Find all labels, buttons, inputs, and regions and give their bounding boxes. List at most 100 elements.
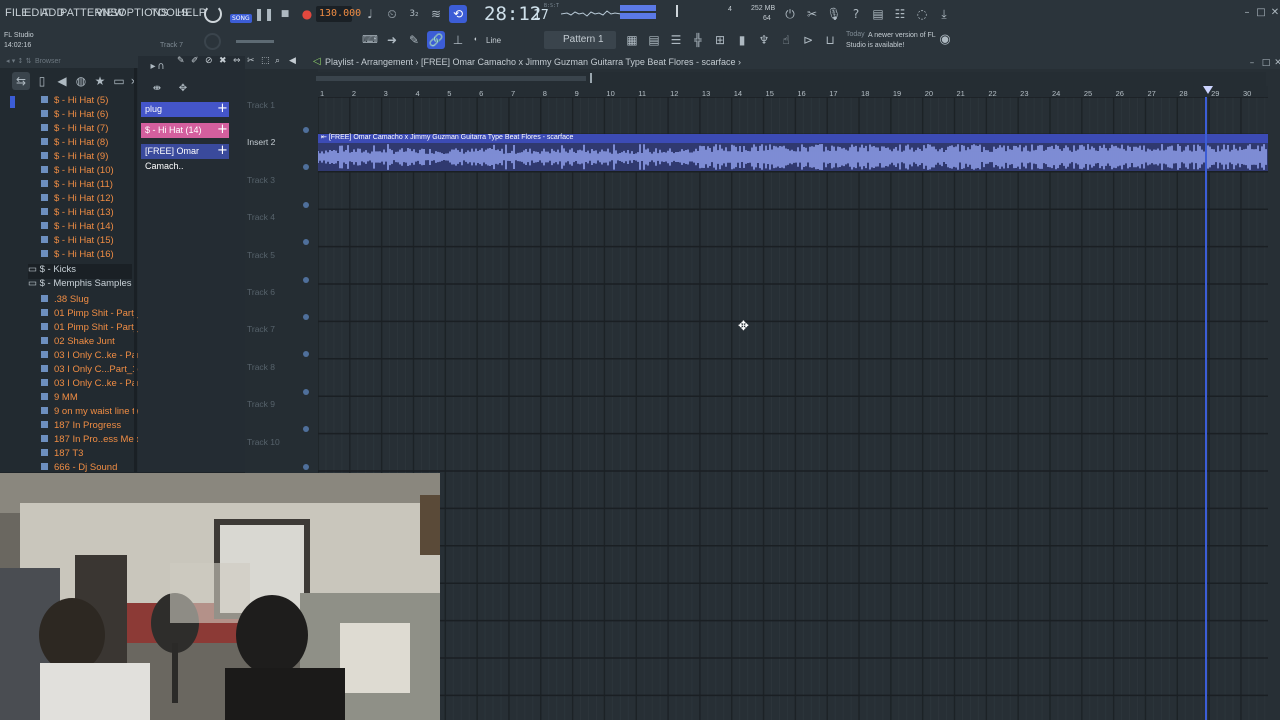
track-header[interactable]: Track 5	[245, 247, 313, 284]
stop-icon[interactable]: ■	[276, 5, 294, 23]
pitch-slider[interactable]	[676, 5, 678, 17]
pattern-selector[interactable]: Pattern 1	[563, 34, 604, 45]
sample-item[interactable]: 187 In Progress	[41, 420, 121, 434]
pause-icon[interactable]: ❚❚	[254, 5, 274, 23]
mixer-view-icon[interactable]: ╬	[689, 31, 707, 49]
browser-item[interactable]: $ - Hi Hat (15)	[41, 235, 114, 249]
blend-notes-icon[interactable]: ≋	[427, 5, 445, 23]
globe-small-icon[interactable]: ◍	[72, 72, 90, 90]
browser-item[interactable]: $ - Hi Hat (8)	[41, 137, 108, 151]
track-header[interactable]: Track 1	[245, 97, 313, 134]
track-header[interactable]: Insert 2	[245, 134, 313, 171]
picker-item-audio-clip[interactable]: [FREE] Omar Camach..	[141, 144, 229, 171]
select-tool-icon[interactable]: ⬚	[261, 56, 270, 66]
sample-item[interactable]: .38 Slug	[41, 294, 89, 308]
sample-item[interactable]: 187 T3	[41, 448, 83, 462]
track-enable-icon[interactable]	[303, 276, 309, 283]
track-enable-icon[interactable]	[303, 351, 309, 358]
browser-item[interactable]: $ - Hi Hat (10)	[41, 165, 114, 179]
slip-tool-icon[interactable]: ⇔	[233, 56, 241, 66]
plugin-icon[interactable]: ♆	[755, 31, 773, 49]
browser-item[interactable]: $ - Hi Hat (9)	[41, 151, 108, 165]
arrangement-grid[interactable]: ⇤ [FREE] Omar Camacho x Jimmy Guzman Gui…	[318, 97, 1268, 720]
browser-tree-icon[interactable]: ⊞	[711, 31, 729, 49]
track-enable-icon[interactable]	[303, 164, 309, 171]
track-enable-icon[interactable]	[303, 388, 309, 395]
magnet-small-icon[interactable]: ∩	[152, 58, 170, 76]
track-header[interactable]: Track 6	[245, 284, 313, 321]
menu-help[interactable]: HELP	[177, 7, 206, 19]
browser-item[interactable]: $ - Hi Hat (14)	[41, 221, 114, 235]
browser-item[interactable]: $ - Hi Hat (13)	[41, 207, 114, 221]
main-pitch-slider[interactable]	[236, 40, 274, 43]
scissors-icon[interactable]: ✂	[803, 5, 821, 23]
scroll-marker[interactable]	[10, 96, 15, 108]
keyboard-icon[interactable]: ⌨	[361, 31, 379, 49]
playlist-icon[interactable]: ▦	[623, 31, 641, 49]
horizontal-scrollbar[interactable]	[266, 72, 1266, 86]
play-pattern-icon[interactable]: ◁	[313, 56, 321, 67]
picker-item-hi-hat[interactable]: $ - Hi Hat (14)	[141, 123, 229, 138]
delete-tool-icon[interactable]: ⊘	[205, 56, 213, 66]
magnet-icon[interactable]: ◐	[474, 36, 478, 43]
slice-tool-icon[interactable]: ✂	[247, 56, 255, 66]
picker-move-icon[interactable]: ✥	[174, 80, 192, 98]
folder-kicks[interactable]: ▭ $ - Kicks	[28, 264, 132, 279]
add-icon[interactable]: +	[217, 101, 228, 116]
antenna-icon[interactable]: ⊳	[799, 31, 817, 49]
song-mode-toggle[interactable]: SONG	[230, 14, 252, 23]
master-volume-knob[interactable]	[204, 5, 222, 23]
update-notice[interactable]: A newer version of FL Studio is availabl…	[846, 31, 936, 51]
piano-roll-icon[interactable]: ▤	[645, 31, 663, 49]
browser-item[interactable]: $ - Hi Hat (6)	[41, 109, 108, 123]
track-header[interactable]: Track 9	[245, 396, 313, 433]
sample-item[interactable]: 01 Pimp Shit - Part_2	[41, 322, 144, 336]
speaker-tool-icon[interactable]: ◀	[289, 56, 296, 66]
clipboard-icon[interactable]: ▮	[733, 31, 751, 49]
master-pitch-knob[interactable]	[204, 33, 221, 50]
close-icon[interactable]: ✕	[1266, 4, 1280, 22]
save-icon[interactable]: ▤	[869, 5, 887, 23]
picker-item-plug[interactable]: plug	[141, 102, 229, 117]
playlist-close-icon[interactable]: ✕	[1269, 54, 1280, 72]
track-header[interactable]: Track 8	[245, 359, 313, 396]
track-header[interactable]: Track 7	[245, 321, 313, 358]
browser-item[interactable]: $ - Hi Hat (5)	[41, 95, 108, 109]
track-header[interactable]: Track 3	[245, 172, 313, 209]
timeline-ruler[interactable]	[318, 86, 1268, 97]
zoom-tool-icon[interactable]: ⌕	[275, 56, 280, 66]
track-enable-icon[interactable]	[303, 463, 309, 470]
download-icon[interactable]: ⤓	[935, 5, 953, 23]
browser-item[interactable]: $ - Hi Hat (12)	[41, 193, 114, 207]
sample-item[interactable]: 9 on my waist line twiii	[41, 406, 148, 420]
track-enable-icon[interactable]	[303, 239, 309, 246]
tempo-display[interactable]: 130.000	[319, 8, 361, 19]
speaker-icon[interactable]: ◀	[53, 72, 71, 90]
countdown-icon[interactable]: 3₂	[405, 5, 423, 23]
track-enable-icon[interactable]	[303, 201, 309, 208]
audio-clip[interactable]: ⇤ [FREE] Omar Camacho x Jimmy Guzman Gui…	[318, 134, 1268, 171]
wait-input-icon[interactable]: ⏲	[383, 5, 401, 23]
arrow-right-icon[interactable]: ➜	[383, 31, 401, 49]
mixer-icon[interactable]: ☷	[891, 5, 909, 23]
chat-icon[interactable]: ◌	[913, 5, 931, 23]
browser-item[interactable]: $ - Hi Hat (7)	[41, 123, 108, 137]
snap-selector[interactable]: Line	[486, 36, 501, 45]
star-icon[interactable]: ★	[91, 72, 109, 90]
track-header[interactable]: Track 4	[245, 209, 313, 246]
stamp-icon[interactable]: ⊥	[449, 31, 467, 49]
folder-memphis-samples[interactable]: ▭ $ - Memphis Samples	[28, 278, 132, 293]
metronome-icon[interactable]: ♩	[361, 5, 379, 23]
browser-scrollbar[interactable]	[134, 68, 137, 472]
browser-item[interactable]: $ - Hi Hat (16)	[41, 249, 114, 263]
pencil-icon[interactable]: ✎	[405, 31, 423, 49]
pencil-tool-icon[interactable]: ✎	[177, 56, 185, 66]
add-icon[interactable]: +	[217, 122, 228, 137]
track-enable-icon[interactable]	[303, 127, 309, 133]
browser-nav-icons[interactable]: ◂ ▾ ↕ ⇅	[6, 57, 31, 65]
channel-rack-icon[interactable]: ☰	[667, 31, 685, 49]
microphone-icon[interactable]: 🎙	[825, 5, 843, 23]
picker-scroll-icon[interactable]: ⇼	[148, 80, 166, 98]
brush-tool-icon[interactable]: ✐	[191, 56, 199, 66]
help-icon[interactable]: ?	[847, 5, 865, 23]
